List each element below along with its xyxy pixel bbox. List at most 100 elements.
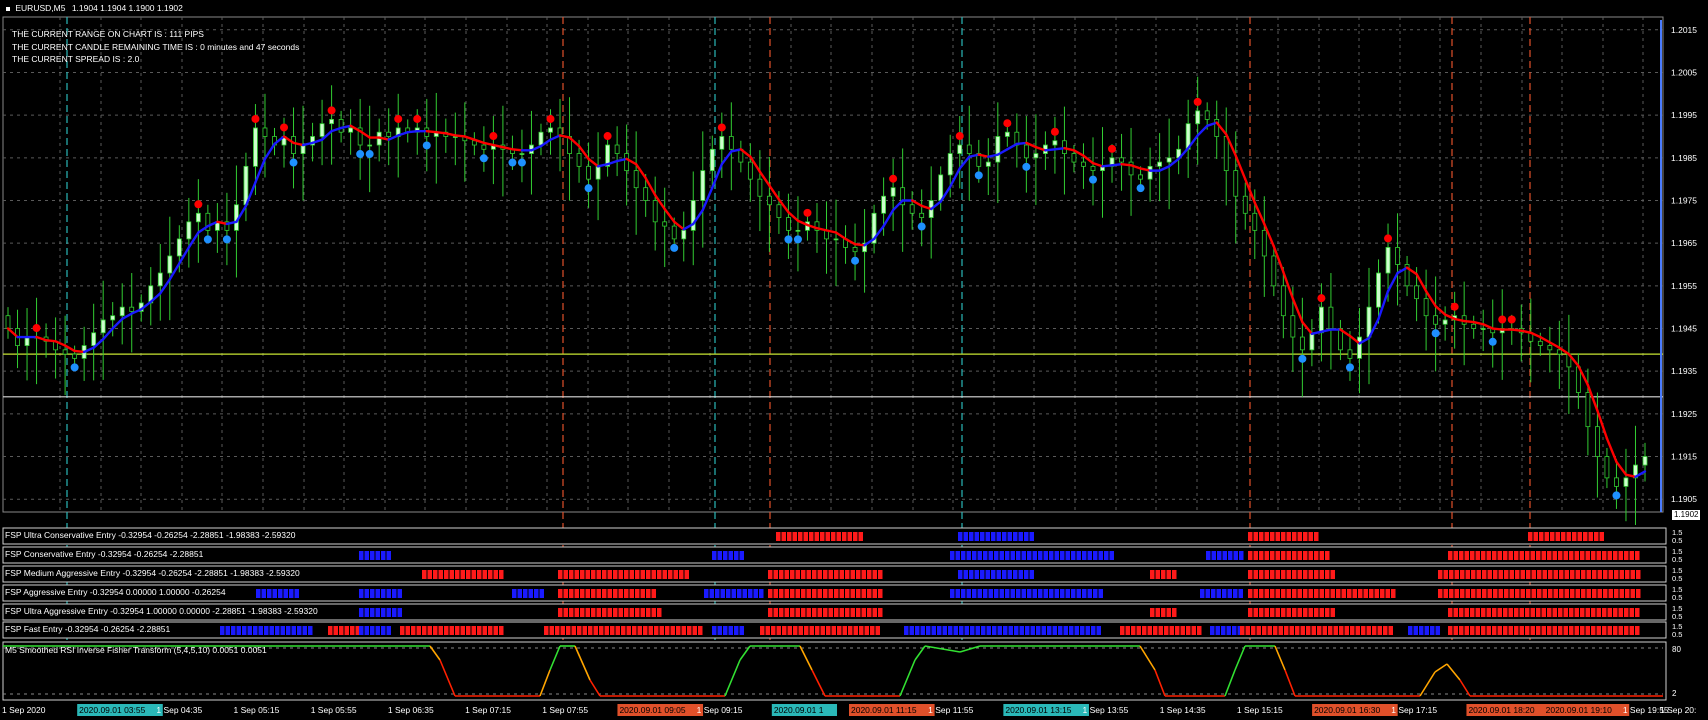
sell-block [773,570,778,579]
sell-block [1575,570,1580,579]
buy-signal-dot [70,363,79,372]
sell-block [580,608,585,617]
buy-block [364,589,369,598]
sell-block [1438,589,1443,598]
sell-block [817,589,822,598]
price-tick-label: 1.1915 [1671,452,1697,462]
sell-block [1319,570,1324,579]
sell-block [438,570,443,579]
candle-body [1261,229,1267,257]
sell-block [839,608,844,617]
buy-block [1233,589,1238,598]
sell-block [1536,626,1541,635]
sell-block [817,570,822,579]
candle-body [1414,285,1419,300]
sell-block [853,626,858,635]
candle-body [671,225,677,240]
buy-block [1408,626,1413,635]
sell-block [610,626,615,635]
buy-block [1082,551,1087,560]
buy-block [1430,626,1435,635]
candle-body [1157,161,1163,167]
time-axis-label: 2020.09.01 09:05 [619,705,685,715]
buy-block [1216,589,1221,598]
sell-block [1336,589,1341,598]
price-tick-label: 1.1925 [1671,409,1697,419]
blue-line-segment [1101,164,1114,168]
candle-body [1623,477,1629,487]
sell-block [624,589,629,598]
buy-block [926,626,931,635]
sell-block [1607,608,1612,617]
sell-block [1525,551,1530,560]
sell-block [1314,532,1319,541]
sell-block [1497,608,1502,617]
sell-block [1613,551,1618,560]
sell-block [1520,570,1525,579]
sell-block [850,570,855,579]
buy-block [1065,551,1070,560]
time-axis-label: 1 Sep 07:15 [465,705,511,715]
sell-block [1561,532,1566,541]
candle-body [1071,153,1077,163]
sell-signal-dot [280,123,289,132]
sell-block [1358,589,1363,598]
sell-block [1630,570,1635,579]
sell-block [1547,608,1552,617]
candle-body [890,187,896,197]
sell-block [1158,626,1163,635]
sell-block [834,608,839,617]
buy-block [272,589,277,598]
buy-block [1069,626,1074,635]
sell-block [1465,589,1470,598]
sell-block [544,626,549,635]
sell-block [615,626,620,635]
candle-body [300,144,306,154]
sell-block [1383,626,1388,635]
buy-block [286,626,291,635]
candle-body [995,136,1001,163]
candle-body [1480,328,1486,330]
sell-block [422,626,427,635]
sell-block [790,570,795,579]
red-line-segment [1462,319,1475,324]
time-axis-label: 2020.09.01 11:15 [851,705,917,715]
sell-block [577,626,582,635]
sell-block [1497,551,1502,560]
sell-block [1470,551,1475,560]
sell-block [1292,532,1297,541]
buy-block [991,532,996,541]
candle-body [253,127,258,167]
sell-block [1531,589,1536,598]
candle-body [643,187,649,201]
buy-block [931,626,936,635]
chart-header: EURUSD,M5 1.1904 1.1904 1.1900 1.1902 [6,3,183,14]
buy-block [1071,589,1076,598]
sell-block [1330,570,1335,579]
buy-block [999,589,1004,598]
buy-block [972,589,977,598]
time-axis-label: 2020.09.01 18:20 [1468,705,1534,715]
candle-body [719,136,725,150]
sell-block [842,626,847,635]
sell-block [1191,626,1196,635]
indicator-strip-frame [2,546,1667,564]
price-tick-label: 1.2015 [1671,25,1697,35]
candle-body [595,165,601,180]
sell-block [574,570,579,579]
candle-body [1280,285,1286,317]
candle-body [348,127,354,133]
buy-block [717,551,722,560]
candle-body [957,144,963,154]
sell-block [1514,626,1519,635]
sell-block [1297,589,1302,598]
sell-block [1624,626,1629,635]
buy-block [974,570,979,579]
blue-line-segment [1110,163,1123,167]
indicator-scale-bottom: 0.5 [1672,630,1682,639]
buy-block [392,589,397,598]
candle-body [747,161,753,180]
buy-signal-dot [851,256,860,265]
sell-block [1515,570,1520,579]
sell-block [856,608,861,617]
